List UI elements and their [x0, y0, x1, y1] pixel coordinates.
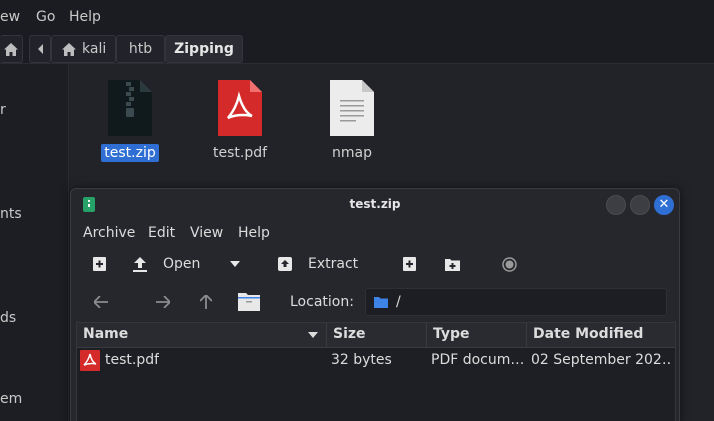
menu-view[interactable]: ew: [0, 9, 20, 25]
file-item-test-zip[interactable]: test.zip: [100, 80, 160, 162]
cell-date-modified: 02 September 202…: [531, 352, 671, 368]
file-name: test.zip: [101, 144, 159, 162]
column-label: Type: [433, 326, 470, 342]
path-segment-kali[interactable]: kali: [51, 35, 116, 63]
maximize-button[interactable]: [630, 195, 650, 215]
text-file-icon: [330, 80, 374, 136]
column-label: Name: [83, 326, 129, 342]
upload-icon: [133, 256, 147, 272]
up-button[interactable]: [198, 294, 214, 310]
back-button[interactable]: [93, 294, 109, 310]
close-icon: ✕: [658, 197, 670, 212]
column-label: Date Modified: [533, 326, 644, 342]
window-title: test.zip: [349, 197, 401, 211]
file-item-nmap[interactable]: nmap: [322, 80, 382, 162]
file-manager-menubar: ew Go Help: [0, 0, 714, 34]
path-segment-htb[interactable]: htb: [116, 35, 165, 63]
add-folder-button[interactable]: [444, 256, 460, 272]
path-segment-label: kali: [82, 41, 107, 57]
cell-name: test.pdf: [105, 352, 160, 368]
forward-button[interactable]: [155, 294, 171, 310]
minimize-button[interactable]: [606, 195, 626, 215]
sidebar-item[interactable]: ds: [0, 310, 16, 326]
menu-help[interactable]: Help: [69, 9, 101, 25]
cell-size: 32 bytes: [331, 352, 392, 368]
column-header-type[interactable]: Type: [427, 323, 527, 348]
path-bar: kali htb Zipping: [0, 34, 714, 64]
chevron-left-icon: [37, 44, 44, 54]
new-archive-button[interactable]: [91, 256, 107, 272]
home-icon: [62, 42, 76, 56]
folder-icon: [374, 296, 388, 308]
navigation-bar: Location: /: [71, 285, 679, 319]
file-item-test-pdf[interactable]: test.pdf: [210, 80, 270, 162]
close-button[interactable]: ✕: [654, 195, 674, 215]
location-label: Location:: [290, 294, 354, 310]
path-back-button[interactable]: [29, 35, 51, 63]
location-field[interactable]: /: [365, 288, 667, 316]
archive-contents-table: Name Size Type Date Modified test.pdf 32…: [76, 322, 676, 421]
arrow-left-icon: [94, 296, 108, 308]
open-dropdown-button[interactable]: [229, 259, 241, 269]
cell-type: PDF docum…: [431, 352, 523, 368]
add-file-icon: [402, 257, 416, 271]
open-label: Open: [163, 256, 201, 272]
file-name: nmap: [332, 145, 372, 161]
zip-archive-icon: [108, 80, 152, 136]
table-row[interactable]: test.pdf 32 bytes PDF docum… 02 Septembe…: [77, 348, 675, 374]
file-name: test.pdf: [212, 145, 268, 161]
menu-go[interactable]: Go: [36, 9, 55, 25]
extract-button[interactable]: Extract: [278, 253, 358, 275]
stop-icon: [501, 256, 517, 272]
column-header-name[interactable]: Name: [77, 323, 327, 348]
home-button[interactable]: [0, 35, 23, 63]
menu-edit[interactable]: Edit: [148, 225, 175, 241]
add-folder-icon: [444, 258, 460, 271]
path-segment-zipping[interactable]: Zipping: [165, 35, 243, 63]
arrow-up-icon: [200, 295, 212, 309]
home-folder-button[interactable]: [237, 290, 261, 312]
sidebar-item[interactable]: r: [0, 102, 6, 118]
window-titlebar[interactable]: test.zip ✕: [71, 189, 679, 221]
path-segment-label: Zipping: [174, 41, 234, 57]
sidebar-item[interactable]: em: [0, 391, 22, 407]
path-segment-label: htb: [128, 41, 153, 57]
sort-down-icon: [308, 332, 318, 338]
extract-icon: [278, 257, 292, 271]
archive-manager-window: test.zip ✕ Archive Edit View Help Open E…: [70, 188, 680, 421]
menu-help[interactable]: Help: [238, 225, 270, 241]
table-header: Name Size Type Date Modified: [77, 323, 675, 348]
menu-archive[interactable]: Archive: [83, 225, 135, 241]
column-header-date-modified[interactable]: Date Modified: [527, 323, 677, 348]
menu-view[interactable]: View: [190, 225, 223, 241]
sidebar-item[interactable]: nts: [0, 206, 22, 222]
column-label: Size: [333, 326, 366, 342]
places-sidebar: r nts ds em: [0, 64, 69, 421]
extract-label: Extract: [308, 256, 359, 272]
folder-icon: [238, 292, 260, 311]
location-path: /: [396, 294, 401, 310]
chevron-down-icon: [230, 261, 240, 267]
arrow-right-icon: [156, 296, 170, 308]
home-icon: [4, 42, 18, 56]
pdf-file-icon: [80, 350, 100, 371]
new-document-icon: [92, 257, 106, 271]
archive-toolbar: Open Extract: [71, 247, 679, 283]
open-button[interactable]: Open: [133, 253, 200, 275]
column-header-size[interactable]: Size: [327, 323, 427, 348]
archive-menubar: Archive Edit View Help: [71, 221, 679, 245]
pdf-file-icon: [218, 80, 262, 136]
add-files-button[interactable]: [401, 256, 417, 272]
stop-button[interactable]: [501, 256, 517, 272]
